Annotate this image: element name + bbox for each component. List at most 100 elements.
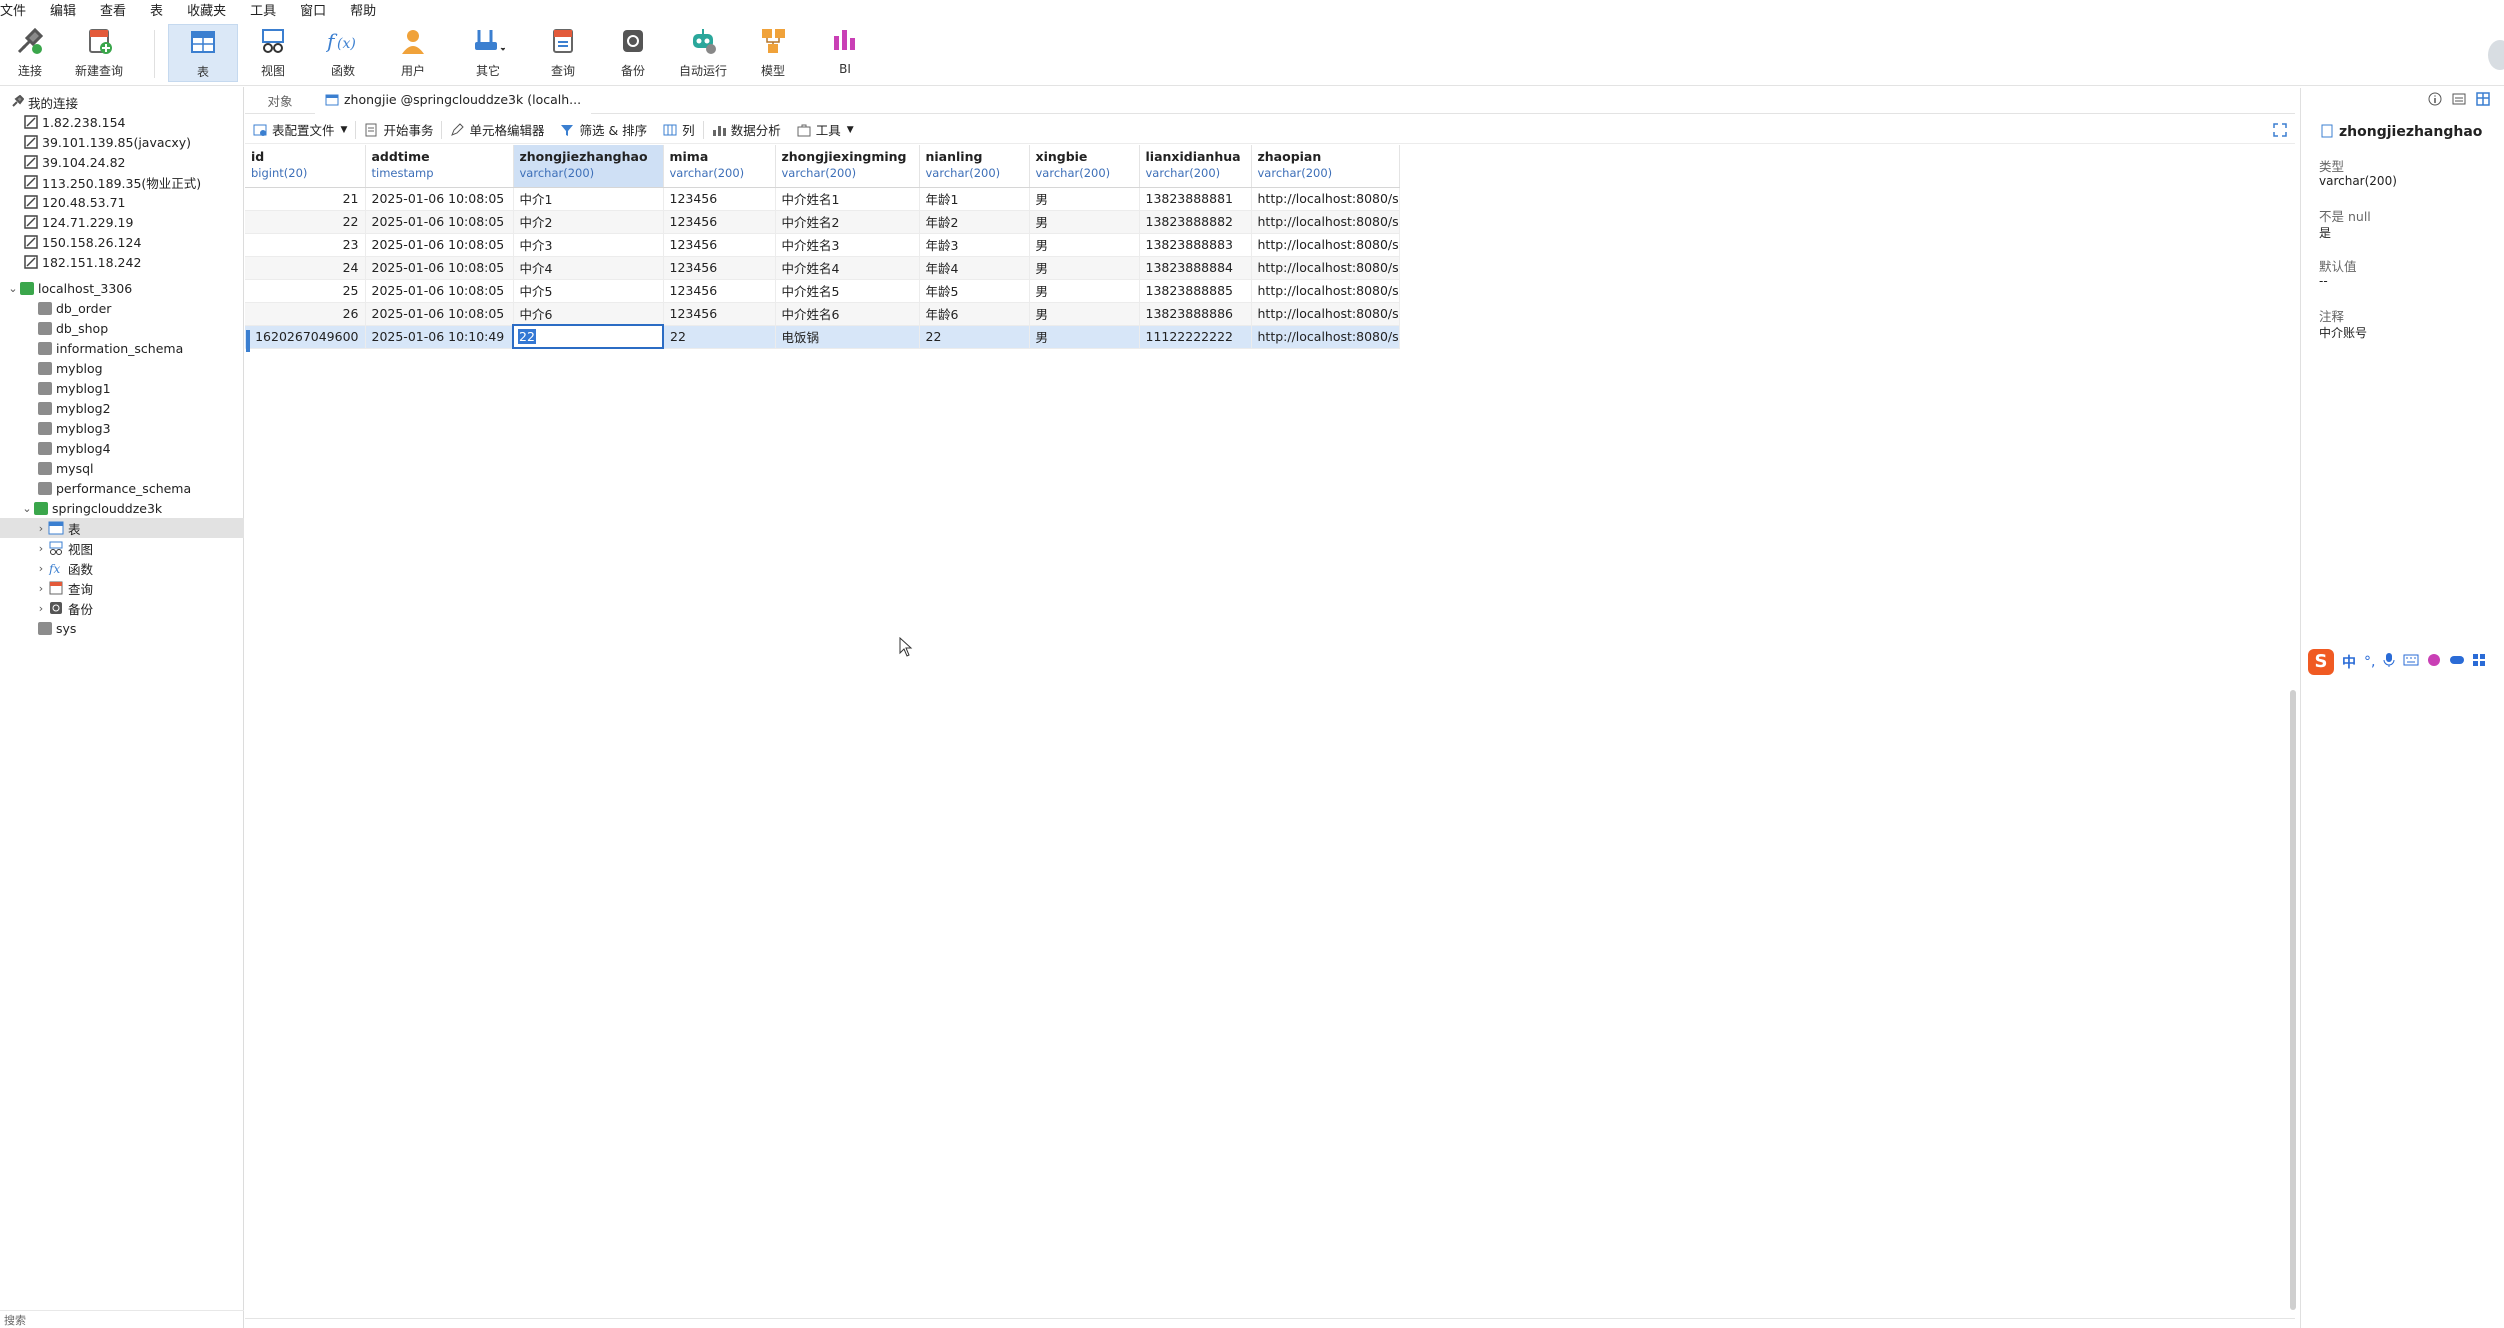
tab-objects[interactable]: 对象 [245,88,315,114]
keyboard-icon[interactable] [2403,654,2419,670]
table-cell[interactable]: 2025-01-06 10:08:05 [365,279,514,303]
database-item[interactable]: mysql [0,458,244,478]
table-cell[interactable]: http://localhost:8080/spr [1251,302,1400,326]
menu-help[interactable]: 帮助 [350,0,376,19]
connection-item[interactable]: 39.101.139.85(javacxy) [0,132,244,152]
table-cell[interactable]: 24 [245,256,366,280]
sogou-logo-icon[interactable]: S [2308,649,2334,675]
table-cell[interactable]: 年龄6 [919,302,1030,326]
connection-item[interactable]: 150.158.26.124 [0,232,244,252]
table-cell[interactable]: 22 [663,325,776,349]
menu-file[interactable]: 文件 [0,0,26,19]
table-config-button[interactable]: 表配置文件 ▼ [253,120,347,139]
table-cell[interactable]: 年龄3 [919,233,1030,257]
table-cell[interactable]: http://localhost:8080/spr [1251,233,1400,257]
table-row[interactable]: 26 2025-01-06 10:08:05 中介6 123456 中介姓名6 年龄6 男 1… [245,302,1400,326]
table-cell[interactable]: 2025-01-06 10:08:05 [365,233,514,257]
table-cell[interactable]: 中介2 [513,210,664,234]
microphone-icon[interactable] [2383,652,2395,672]
table-cell[interactable]: 123456 [663,210,776,234]
database-item[interactable]: myblog3 [0,418,244,438]
connect-button[interactable]: 连接 [8,24,52,82]
begin-transaction-button[interactable]: 开始事务 [364,120,433,139]
table-cell[interactable]: 123456 [663,187,776,211]
layout-panel-icon[interactable] [2476,92,2490,109]
table-cell[interactable]: 2025-01-06 10:08:05 [365,256,514,280]
table-cell[interactable]: 中介姓名5 [775,279,920,303]
table-cell[interactable]: 25 [245,279,366,303]
table-cell[interactable]: 中介姓名1 [775,187,920,211]
table-cell[interactable]: 2025-01-06 10:10:49 [365,325,514,349]
connection-item[interactable]: 120.48.53.71 [0,192,244,212]
data-analysis-button[interactable]: 数据分析 [712,120,781,139]
table-cell[interactable]: 男 [1029,187,1140,211]
table-cell[interactable]: 26 [245,302,366,326]
table-cell[interactable]: 13823888886 [1139,302,1252,326]
function-button[interactable]: f (x) 函数 [320,24,366,82]
table-cell[interactable]: 21 [245,187,366,211]
column-header-lianxidianhua[interactable]: lianxidianhua varchar(200) [1139,145,1252,188]
column-header-zhongjiezhanghao[interactable]: zhongjiezhanghao varchar(200) [513,145,664,188]
menu-edit[interactable]: 编辑 [50,0,76,19]
table-cell[interactable]: 中介姓名4 [775,256,920,280]
table-cell[interactable]: 年龄5 [919,279,1030,303]
table-cell[interactable]: http://localhost:8080/spr [1251,210,1400,234]
table-cell[interactable]: 中介5 [513,279,664,303]
column-header-mima[interactable]: mima varchar(200) [663,145,776,188]
tree-item-functions[interactable]: › fx 函数 [0,558,244,578]
table-cell[interactable]: 1620267049600 [245,325,366,349]
user-button[interactable]: 用户 [390,24,436,82]
menu-tools[interactable]: 工具 [250,0,276,19]
cell-editor-input[interactable]: 22 [512,324,664,349]
connection-item[interactable]: 124.71.229.19 [0,212,244,232]
table-cell[interactable]: 中介3 [513,233,664,257]
tab-zhongjie[interactable]: zhongjie @springclouddze3k (localh... [315,87,592,114]
chevron-down-icon[interactable]: ⌄ [6,282,20,295]
table-cell[interactable]: 男 [1029,233,1140,257]
database-item[interactable]: myblog4 [0,438,244,458]
connection-item[interactable]: 182.151.18.242 [0,252,244,272]
table-cell[interactable]: 电饭锅 [775,325,920,349]
model-button[interactable]: 模型 [750,24,796,82]
column-header-nianling[interactable]: nianling varchar(200) [919,145,1030,188]
connection-item[interactable]: 113.250.189.35(物业正式) [0,172,244,192]
expand-icon[interactable] [2273,123,2287,140]
tree-item-views[interactable]: › 视图 [0,538,244,558]
table-row[interactable]: 24 2025-01-06 10:08:05 中介4 123456 中介姓名4 年龄4 男 1… [245,256,1400,280]
chevron-right-icon[interactable]: › [34,542,48,555]
table-cell[interactable]: 年龄4 [919,256,1030,280]
columns-button[interactable]: 列 [663,120,695,139]
database-springclouddze3k[interactable]: ⌄ springclouddze3k [0,498,244,518]
table-cell[interactable]: http://localhost:8080/spr [1251,187,1400,211]
table-cell[interactable]: http://localhost:8080/spr [1251,256,1400,280]
table-cell[interactable]: 2025-01-06 10:08:05 [365,302,514,326]
database-item[interactable]: db_shop [0,318,244,338]
apps-grid-icon[interactable] [2473,654,2486,670]
menu-table[interactable]: 表 [150,0,163,19]
table-cell[interactable]: 男 [1029,302,1140,326]
menu-favorites[interactable]: 收藏夹 [187,0,226,19]
table-cell[interactable]: 22 [245,210,366,234]
table-cell[interactable]: 13823888884 [1139,256,1252,280]
connection-localhost[interactable]: ⌄ localhost_3306 [0,278,244,298]
column-header-addtime[interactable]: addtime timestamp [365,145,514,188]
table-cell[interactable]: 13823888882 [1139,210,1252,234]
sidebar-search[interactable]: 搜索 [0,1310,244,1328]
ime-language-toggle[interactable]: 中 [2342,652,2356,672]
database-item[interactable]: db_order [0,298,244,318]
table-row[interactable]: 21 2025-01-06 10:08:05 中介1 123456 中介姓名1 年龄1 男 1… [245,187,1400,211]
view-button[interactable]: 视图 [250,24,296,82]
game-icon[interactable] [2449,654,2465,670]
tree-item-queries[interactable]: › 查询 [0,578,244,598]
table-cell[interactable]: 中介4 [513,256,664,280]
table-cell[interactable]: 中介1 [513,187,664,211]
chevron-right-icon[interactable]: › [34,602,48,615]
backup-button[interactable]: 备份 [610,24,656,82]
connection-item[interactable]: 39.104.24.82 [0,152,244,172]
table-cell[interactable]: 13823888881 [1139,187,1252,211]
table-cell[interactable]: 22 [919,325,1030,349]
ddl-icon[interactable] [2452,92,2466,109]
vertical-scrollbar[interactable] [2290,690,2296,1310]
avatar[interactable] [2488,40,2504,70]
table-cell[interactable]: 年龄1 [919,187,1030,211]
